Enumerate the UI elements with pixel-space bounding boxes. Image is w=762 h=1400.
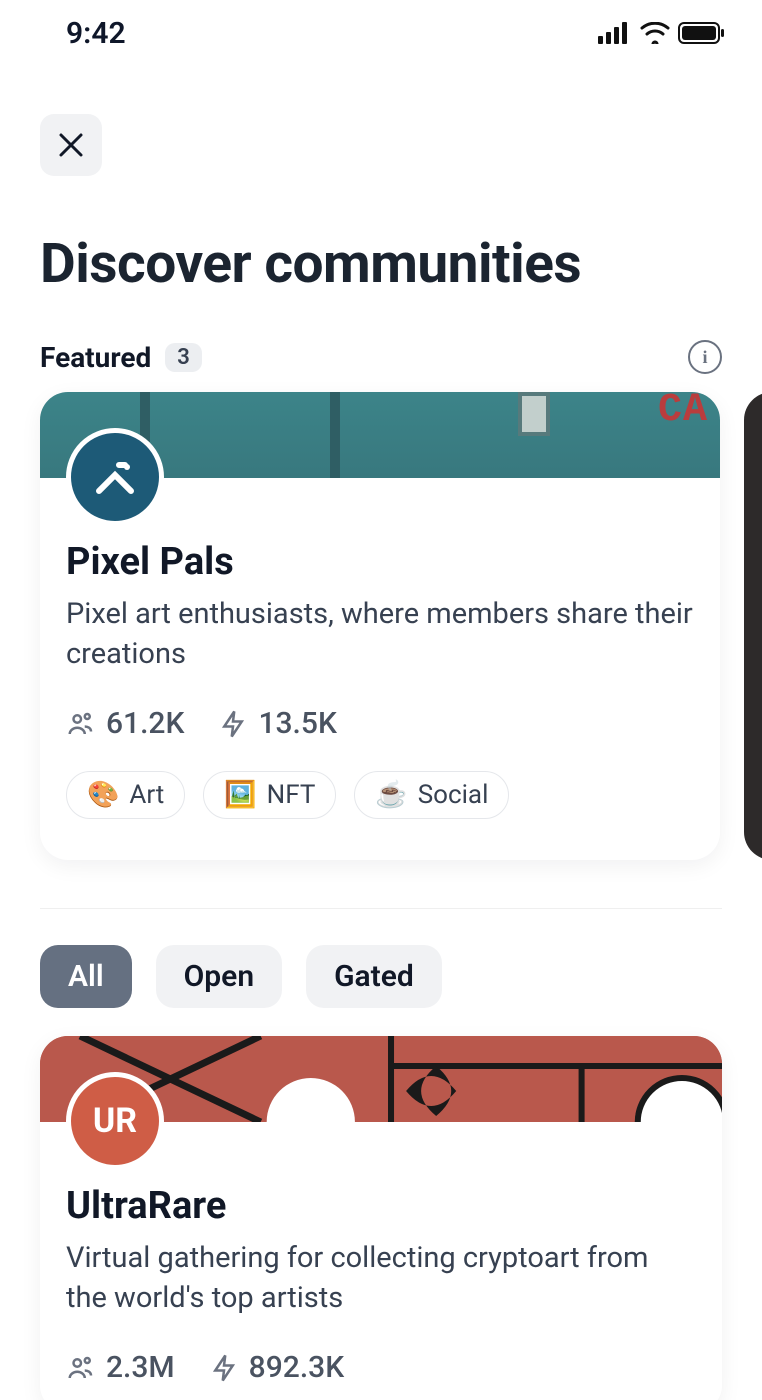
status-icons (598, 22, 726, 44)
featured-label: Featured (40, 341, 151, 374)
community-description: Pixel art enthusiasts, where members sha… (66, 594, 694, 674)
tag-nft[interactable]: 🖼️ NFT (203, 771, 336, 819)
tag-emoji: 🖼️ (224, 780, 256, 810)
featured-header: Featured 3 i (0, 296, 762, 392)
filter-open[interactable]: Open (156, 945, 282, 1008)
community-title: Pixel Pals (66, 540, 694, 584)
featured-cards-scroller[interactable]: CA Pixel Pals Pixel art enthusiasts, whe… (0, 392, 762, 860)
close-button[interactable] (40, 114, 102, 176)
tag-label: NFT (267, 780, 316, 810)
community-card-ultrarare[interactable]: UR UltraRare Virtual gathering for colle… (40, 1036, 722, 1400)
tag-label: Social (418, 780, 489, 810)
stat-members: 2.3M (66, 1350, 175, 1385)
tag-emoji: 🎨 (87, 780, 119, 810)
community-stats: 2.3M 892.3K (66, 1350, 696, 1385)
community-title: UltraRare (66, 1184, 696, 1228)
status-time: 9:42 (66, 16, 126, 51)
filter-all[interactable]: All (40, 945, 132, 1008)
members-count: 61.2K (106, 706, 184, 741)
stat-activity: 892.3K (209, 1350, 345, 1385)
info-icon: i (702, 347, 707, 368)
members-count: 2.3M (106, 1350, 175, 1385)
activity-count: 13.5K (258, 706, 336, 741)
activity-icon (218, 709, 248, 739)
tag-social[interactable]: ☕ Social (354, 771, 509, 819)
tag-label: Art (129, 780, 164, 810)
cellular-icon (598, 22, 632, 44)
pixel-pals-logo-icon (89, 451, 141, 503)
community-avatar: UR (66, 1072, 164, 1170)
members-icon (66, 1353, 96, 1383)
community-card-pixel-pals[interactable]: CA Pixel Pals Pixel art enthusiasts, whe… (40, 392, 720, 860)
page-title: Discover communities (0, 176, 762, 296)
info-button[interactable]: i (688, 340, 722, 374)
filter-gated[interactable]: Gated (306, 945, 442, 1008)
status-bar: 9:42 (0, 0, 762, 54)
stat-activity: 13.5K (218, 706, 336, 741)
featured-count-badge: 3 (165, 343, 202, 372)
community-tags: 🎨 Art 🖼️ NFT ☕ Social (66, 771, 694, 819)
stat-members: 61.2K (66, 706, 184, 741)
filter-pills: All Open Gated (0, 909, 762, 1036)
wifi-icon (640, 22, 670, 44)
community-list: UR UltraRare Virtual gathering for colle… (0, 1036, 762, 1400)
activity-icon (209, 1353, 239, 1383)
banner-sign-text: CA (658, 392, 708, 433)
community-stats: 61.2K 13.5K (66, 706, 694, 741)
activity-count: 892.3K (249, 1350, 345, 1385)
community-avatar (66, 428, 164, 526)
members-icon (66, 709, 96, 739)
battery-icon (678, 22, 726, 44)
avatar-initials: UR (93, 1101, 137, 1141)
tag-emoji: ☕ (375, 780, 407, 810)
community-description: Virtual gathering for collecting cryptoa… (66, 1238, 696, 1318)
tag-art[interactable]: 🎨 Art (66, 771, 185, 819)
community-card-peek[interactable] (744, 392, 762, 860)
close-icon (57, 131, 85, 159)
